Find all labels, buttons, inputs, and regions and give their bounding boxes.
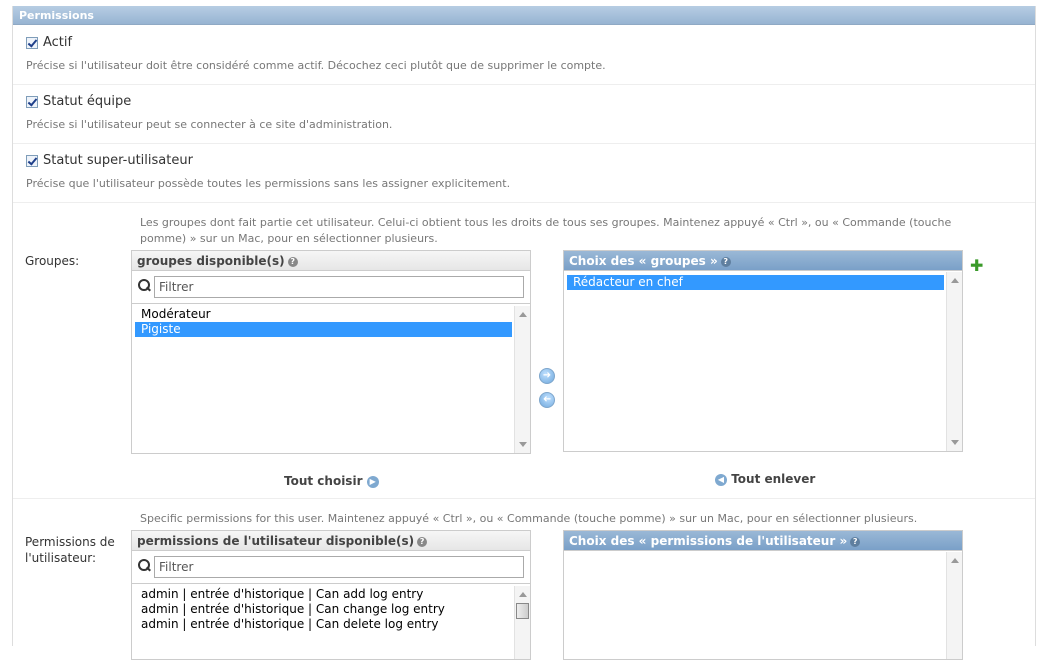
question-icon[interactable]: ? [850, 536, 861, 547]
active-checkbox[interactable] [26, 37, 38, 49]
list-item[interactable]: admin | entrée d'historique | Can add lo… [135, 587, 512, 602]
fieldset-title: Permissions [13, 6, 1035, 25]
superuser-help: Précise que l'utilisateur possède toutes… [26, 177, 511, 190]
groups-chosen-scrollbar[interactable] [946, 272, 962, 451]
active-help: Précise si l'utilisateur doit être consi… [26, 59, 606, 72]
field-row-groups: Les groupes dont fait partie cet utilisa… [13, 203, 1035, 499]
question-icon[interactable]: ? [287, 256, 298, 267]
field-row-permissions: Specific permissions for this user. Main… [13, 499, 1035, 660]
groups-help: Les groupes dont fait partie cet utilisa… [140, 216, 952, 245]
permissions-available-list[interactable]: admin | entrée d'historique | Can add lo… [132, 587, 530, 659]
permissions-available-scrollbar[interactable] [514, 586, 530, 659]
move-right-icon[interactable]: ➜ [539, 368, 555, 384]
arrow-right-icon: ▶ [366, 475, 379, 488]
groups-label: Groupes: [25, 254, 80, 268]
permissions-label: Permissions de l'utilisateur: [25, 535, 115, 565]
staff-label[interactable]: Statut équipe [43, 94, 131, 109]
list-item[interactable]: Pigiste [135, 322, 512, 337]
question-icon[interactable]: ? [417, 536, 428, 547]
groups-available-title: groupes disponible(s)? [132, 251, 530, 271]
permissions-available-box: permissions de l'utilisateur disponible(… [131, 530, 531, 660]
staff-checkbox[interactable] [26, 96, 38, 108]
permissions-filter: Filtrer [132, 552, 530, 584]
permissions-chosen-title: Choix des « permissions de l'utilisateur… [564, 531, 962, 551]
field-row-active: Actif Précise si l'utilisateur doit être… [13, 26, 1035, 85]
permissions-fieldset: Permissions Actif Précise si l'utilisate… [12, 6, 1036, 660]
groups-available-scrollbar[interactable] [514, 306, 530, 453]
groups-available-box: groupes disponible(s)? Filtrer Modérateu… [131, 250, 531, 454]
permissions-chosen-box: Choix des « permissions de l'utilisateur… [563, 530, 963, 660]
field-row-superuser: Statut super-utilisateur Précise que l'u… [13, 144, 1035, 203]
remove-all-button[interactable]: ◀ Tout enlever [715, 472, 815, 486]
groups-filter-input[interactable]: Filtrer [154, 276, 524, 298]
question-icon[interactable]: ? [720, 256, 731, 267]
field-row-staff: Statut équipe Précise si l'utilisateur p… [13, 85, 1035, 144]
search-icon [138, 559, 151, 572]
list-item[interactable]: admin | entrée d'historique | Can change… [135, 602, 512, 617]
list-item[interactable]: Modérateur [135, 307, 512, 322]
superuser-checkbox[interactable] [26, 155, 38, 167]
permissions-available-title: permissions de l'utilisateur disponible(… [132, 531, 530, 551]
move-left-icon[interactable]: ➜ [539, 392, 555, 408]
groups-chosen-list[interactable]: Rédacteur en chef [564, 275, 962, 451]
groups-chosen-box: Choix des « groupes »? Rédacteur en chef [563, 250, 963, 452]
active-label[interactable]: Actif [43, 35, 72, 50]
groups-available-list[interactable]: Modérateur Pigiste [132, 307, 530, 453]
search-icon [138, 279, 151, 292]
groups-chosen-title: Choix des « groupes »? [564, 251, 962, 271]
choose-all-button[interactable]: Tout choisir ▶ [284, 474, 379, 488]
permissions-chosen-list[interactable] [564, 555, 962, 659]
superuser-label[interactable]: Statut super-utilisateur [43, 153, 193, 168]
plus-icon[interactable]: ✚ [970, 258, 983, 274]
groups-filter: Filtrer [132, 272, 530, 304]
permissions-help: Specific permissions for this user. Main… [140, 512, 918, 525]
arrow-left-icon: ◀ [715, 473, 727, 486]
staff-help: Précise si l'utilisateur peut se connect… [26, 118, 393, 131]
permissions-filter-input[interactable]: Filtrer [154, 556, 524, 578]
list-item[interactable]: Rédacteur en chef [567, 275, 944, 290]
permissions-chosen-scrollbar[interactable] [946, 552, 962, 659]
list-item[interactable]: admin | entrée d'historique | Can delete… [135, 617, 512, 632]
